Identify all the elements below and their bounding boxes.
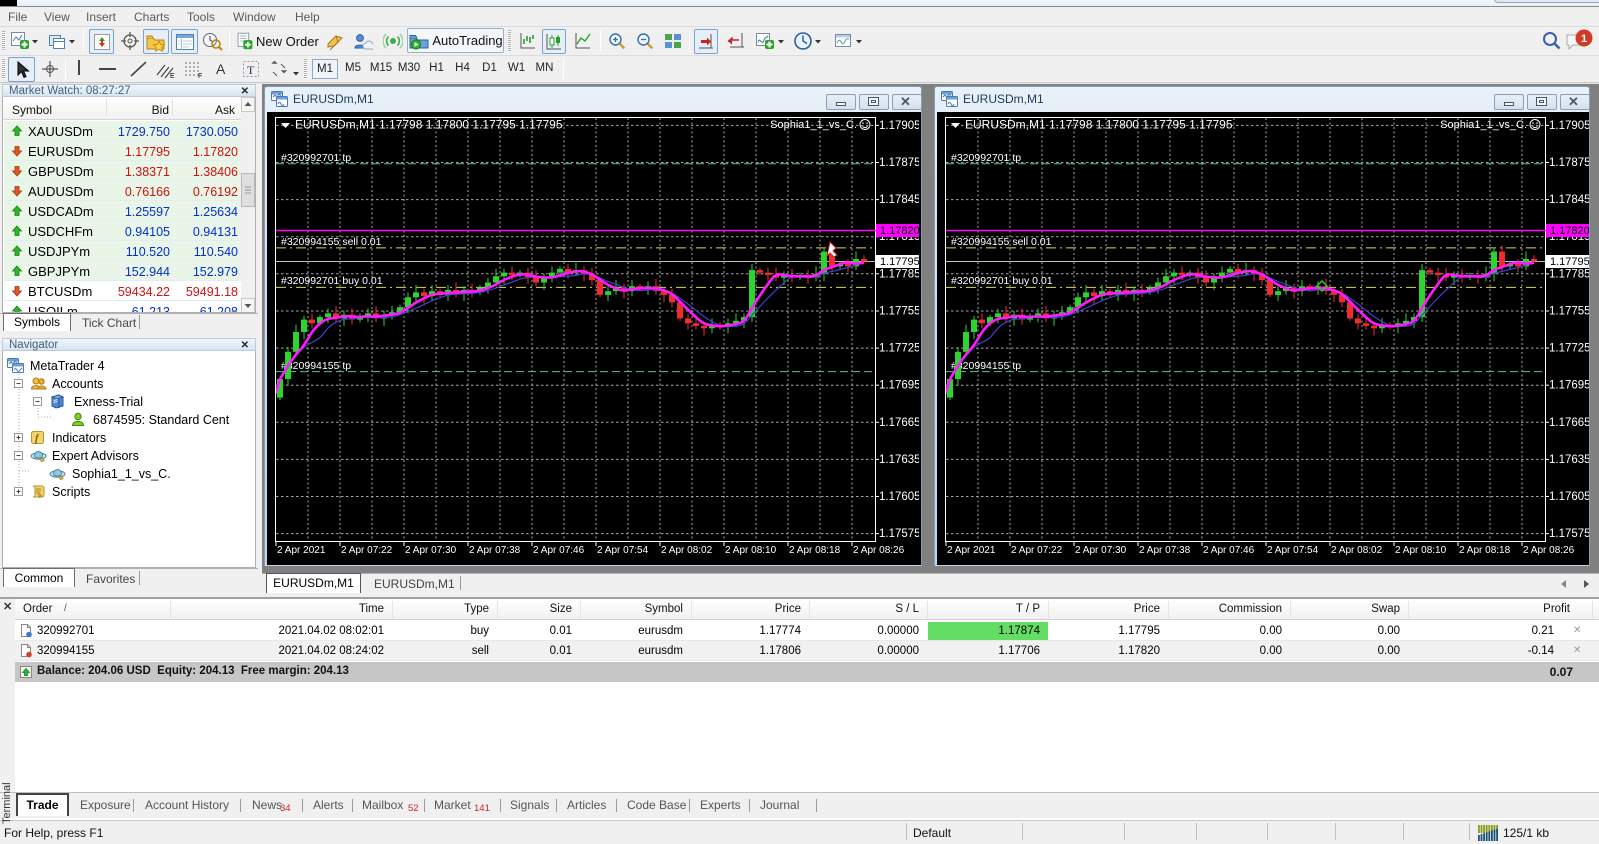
svg-text:#320992701 tp: #320992701 tp (281, 152, 351, 164)
svg-text:Sophia1_1_vs_C.: Sophia1_1_vs_C. (1440, 119, 1527, 131)
svg-text:2 Apr 08:02: 2 Apr 08:02 (661, 545, 713, 556)
svg-text:2 Apr 08:18: 2 Apr 08:18 (789, 545, 841, 556)
svg-text:1.17755: 1.17755 (879, 306, 919, 318)
svg-text:1.17605: 1.17605 (879, 491, 919, 503)
svg-text:1.17695: 1.17695 (879, 380, 919, 392)
svg-text:1.17820: 1.17820 (880, 225, 919, 237)
svg-text:1.17795: 1.17795 (1550, 256, 1589, 268)
svg-text:1: 1 (1581, 33, 1587, 45)
svg-text:2 Apr 08:02: 2 Apr 08:02 (1331, 545, 1383, 556)
svg-text:2 Apr 07:46: 2 Apr 07:46 (533, 545, 585, 556)
svg-text:2 Apr 08:10: 2 Apr 08:10 (1395, 545, 1447, 556)
svg-text:#320992701 tp: #320992701 tp (951, 152, 1021, 164)
svg-text:1.17575: 1.17575 (1549, 528, 1589, 540)
svg-text:1.17875: 1.17875 (1549, 157, 1589, 169)
svg-text:1.17820: 1.17820 (1550, 225, 1589, 237)
svg-text:2 Apr 07:30: 2 Apr 07:30 (405, 545, 457, 556)
svg-text:1.17575: 1.17575 (879, 528, 919, 540)
svg-text:T: T (247, 63, 255, 77)
svg-text:2 Apr 08:26: 2 Apr 08:26 (853, 545, 905, 556)
svg-text:1.17755: 1.17755 (1549, 306, 1589, 318)
svg-text:2 Apr 08:18: 2 Apr 08:18 (1459, 545, 1511, 556)
svg-text:1.17605: 1.17605 (1549, 491, 1589, 503)
svg-text:2 Apr 2021: 2 Apr 2021 (277, 545, 326, 556)
svg-text:1.17665: 1.17665 (1549, 417, 1589, 429)
svg-text:F: F (198, 73, 202, 79)
svg-text:1.17845: 1.17845 (879, 194, 919, 206)
svg-text:2 Apr 07:46: 2 Apr 07:46 (1203, 545, 1255, 556)
svg-text:Sophia1_1_vs_C.: Sophia1_1_vs_C. (770, 119, 857, 131)
svg-text:1.17695: 1.17695 (1549, 380, 1589, 392)
svg-text:1.17905: 1.17905 (879, 120, 919, 132)
svg-text:2 Apr 07:30: 2 Apr 07:30 (1075, 545, 1127, 556)
svg-text:1.17665: 1.17665 (879, 417, 919, 429)
svg-text:2 Apr 07:22: 2 Apr 07:22 (341, 545, 393, 556)
svg-text:#320994155 sell 0.01: #320994155 sell 0.01 (281, 236, 382, 248)
svg-text:1.17635: 1.17635 (879, 454, 919, 466)
svg-text:1.17785: 1.17785 (1549, 268, 1589, 280)
svg-text:2 Apr 2021: 2 Apr 2021 (947, 545, 996, 556)
svg-text:1.17635: 1.17635 (1549, 454, 1589, 466)
svg-text:1.17875: 1.17875 (879, 157, 919, 169)
svg-text:1.17795: 1.17795 (880, 256, 919, 268)
svg-text:2 Apr 07:38: 2 Apr 07:38 (1139, 545, 1191, 556)
svg-text:2 Apr 08:26: 2 Apr 08:26 (1523, 545, 1575, 556)
svg-text:1.17845: 1.17845 (1549, 194, 1589, 206)
svg-text:1.17725: 1.17725 (879, 343, 919, 355)
svg-text:2 Apr 07:38: 2 Apr 07:38 (469, 545, 521, 556)
svg-text:2 Apr 07:54: 2 Apr 07:54 (1267, 545, 1319, 556)
svg-text:2 Apr 07:54: 2 Apr 07:54 (597, 545, 649, 556)
svg-text:#320992701 buy 0.01: #320992701 buy 0.01 (951, 275, 1053, 287)
svg-text:2 Apr 08:10: 2 Apr 08:10 (725, 545, 777, 556)
svg-text:2 Apr 07:22: 2 Apr 07:22 (1011, 545, 1063, 556)
svg-text:E: E (170, 73, 175, 79)
svg-text:EURUSDm,M1 1.17798 1.17800 1.: EURUSDm,M1 1.17798 1.17800 1.17795 1.177… (295, 118, 563, 132)
svg-text:#320992701 buy 0.01: #320992701 buy 0.01 (281, 275, 383, 287)
svg-text:1.17725: 1.17725 (1549, 343, 1589, 355)
svg-text:1.17785: 1.17785 (879, 268, 919, 280)
svg-text:#320994155 sell 0.01: #320994155 sell 0.01 (951, 236, 1052, 248)
svg-text:1.17905: 1.17905 (1549, 120, 1589, 132)
svg-text:EURUSDm,M1 1.17798 1.17800 1.: EURUSDm,M1 1.17798 1.17800 1.17795 1.177… (965, 118, 1233, 132)
